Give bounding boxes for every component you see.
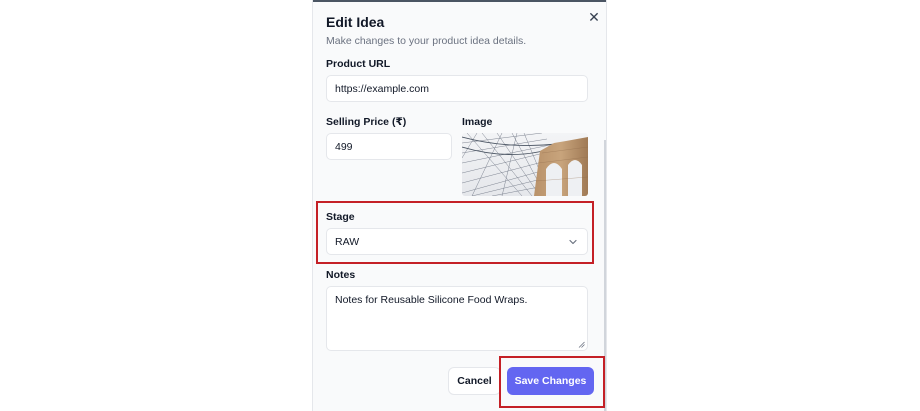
selling-price-input[interactable]: 499 <box>326 133 452 160</box>
stage-label: Stage <box>326 211 355 223</box>
save-changes-button[interactable]: Save Changes <box>507 367 594 395</box>
image-label: Image <box>462 116 493 128</box>
resize-handle-icon[interactable] <box>578 341 585 348</box>
notes-label: Notes <box>326 269 356 281</box>
dialog-top-border <box>313 0 606 2</box>
dialog-title: Edit Idea <box>326 14 385 30</box>
selling-price-label: Selling Price (₹) <box>326 116 407 128</box>
stage-select[interactable]: RAW <box>326 228 588 255</box>
dialog-subtitle: Make changes to your product idea detail… <box>326 35 527 47</box>
dialog-scrollbar[interactable] <box>604 140 606 411</box>
page: ✕ Edit Idea Make changes to your product… <box>0 0 920 411</box>
edit-idea-dialog: ✕ Edit Idea Make changes to your product… <box>312 0 607 411</box>
notes-value: Notes for Reusable Silicone Food Wraps. <box>335 294 528 306</box>
selling-price-value: 499 <box>335 140 353 153</box>
product-url-label: Product URL <box>326 58 391 70</box>
close-icon[interactable]: ✕ <box>588 10 600 24</box>
chevron-down-icon <box>569 239 577 245</box>
product-url-value: https://example.com <box>335 82 429 95</box>
product-image[interactable] <box>462 133 588 196</box>
bridge-photo <box>462 133 588 196</box>
notes-textarea[interactable]: Notes for Reusable Silicone Food Wraps. <box>326 286 588 351</box>
stage-value: RAW <box>335 235 360 248</box>
product-url-input[interactable]: https://example.com <box>326 75 588 102</box>
cancel-button[interactable]: Cancel <box>448 367 501 395</box>
